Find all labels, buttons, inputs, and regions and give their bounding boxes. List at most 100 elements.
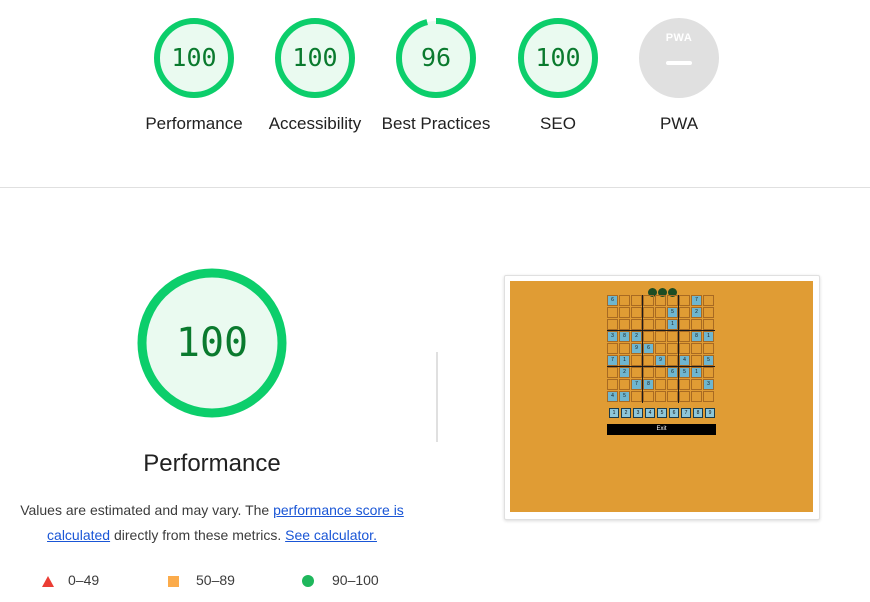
sudoku-cell	[679, 295, 690, 306]
legend-pass-label: 90–100	[332, 572, 379, 588]
sudoku-cell	[679, 343, 690, 354]
sudoku-cell	[607, 319, 618, 330]
performance-gauge-large: 100	[137, 268, 287, 418]
pwa-icon: PWA	[639, 18, 719, 98]
gauge-label: Accessibility	[268, 114, 362, 133]
sudoku-cell	[679, 307, 690, 318]
number-button: 6	[669, 408, 679, 418]
legend-average-label: 50–89	[196, 572, 235, 588]
sudoku-cell	[643, 391, 654, 402]
number-button: 8	[693, 408, 703, 418]
score-value: 100	[292, 43, 338, 72]
sudoku-cell: 3	[607, 331, 618, 342]
gauge-best-practices[interactable]: 96 Best Practices	[381, 18, 491, 136]
sudoku-cell	[631, 367, 642, 378]
legend-fail: 0–49	[42, 570, 99, 590]
sudoku-cell	[619, 379, 630, 390]
number-button: 7	[681, 408, 691, 418]
exit-button: Exit	[607, 424, 716, 435]
sudoku-cell	[643, 295, 654, 306]
sudoku-cell	[667, 331, 678, 342]
sudoku-cell	[691, 319, 702, 330]
sudoku-cell	[631, 295, 642, 306]
sudoku-cell: 1	[703, 331, 714, 342]
legend-fail-label: 0–49	[68, 572, 100, 588]
sudoku-cell	[619, 343, 630, 354]
sudoku-cell	[703, 343, 714, 354]
sudoku-cell	[703, 391, 714, 402]
sudoku-cell	[667, 379, 678, 390]
pwa-logo-text: PWA	[665, 32, 693, 44]
gauge-accessibility[interactable]: 100 Accessibility	[260, 18, 370, 136]
sudoku-cell	[607, 379, 618, 390]
pass-circle-icon	[302, 575, 314, 588]
sudoku-cell	[667, 295, 678, 306]
gauge-label: SEO	[540, 114, 576, 133]
sudoku-cell	[655, 319, 666, 330]
sudoku-cell: 4	[679, 355, 690, 366]
category-gauges: 100 Performance 100 Accessibility 96 Bes…	[0, 18, 870, 178]
sudoku-cell	[667, 355, 678, 366]
number-button: 4	[645, 408, 655, 418]
sudoku-cell: 2	[691, 307, 702, 318]
sudoku-cell	[607, 307, 618, 318]
sudoku-cell: 8	[691, 331, 702, 342]
sudoku-cell	[655, 307, 666, 318]
gauge-pwa[interactable]: PWA PWA	[624, 18, 734, 136]
sudoku-cell: 6	[643, 343, 654, 354]
block-line	[678, 295, 679, 403]
sudoku-cell	[631, 391, 642, 402]
sudoku-cell	[643, 367, 654, 378]
sudoku-cell	[631, 319, 642, 330]
sudoku-cell: 9	[631, 343, 642, 354]
desc-middle: directly from these metrics.	[110, 527, 286, 543]
sudoku-cell: 2	[631, 331, 642, 342]
sudoku-cell: 3	[703, 379, 714, 390]
section-divider	[0, 187, 870, 188]
sudoku-cell	[655, 379, 666, 390]
sudoku-cell	[643, 319, 654, 330]
gauge-seo[interactable]: 100 SEO	[503, 18, 613, 136]
sudoku-cell	[607, 343, 618, 354]
sudoku-cell	[643, 355, 654, 366]
gauge-label: PWA	[659, 114, 699, 133]
score-value: 96	[420, 43, 452, 72]
score-ring: 100	[275, 18, 355, 98]
sudoku-cell	[667, 391, 678, 402]
see-calculator-link[interactable]: See calculator.	[285, 527, 377, 543]
sudoku-cell: 5	[667, 307, 678, 318]
legend-pass: 90–100	[302, 570, 379, 590]
sudoku-cell	[619, 319, 630, 330]
number-button: 1	[609, 408, 619, 418]
block-line	[642, 295, 643, 403]
sudoku-cell: 6	[607, 295, 618, 306]
block-line	[607, 330, 715, 331]
sudoku-cell	[655, 367, 666, 378]
sudoku-cell	[691, 355, 702, 366]
sudoku-cell: 8	[643, 379, 654, 390]
score-ring: 96	[396, 18, 476, 98]
sudoku-cell	[643, 307, 654, 318]
performance-score: 100	[175, 320, 249, 366]
sudoku-cell	[643, 331, 654, 342]
gauge-label: Best Practices	[381, 114, 491, 133]
sudoku-cell	[631, 355, 642, 366]
vertical-divider	[436, 352, 438, 442]
number-button: 2	[621, 408, 631, 418]
sudoku-cell: 9	[655, 355, 666, 366]
sudoku-cell	[631, 307, 642, 318]
block-line	[607, 366, 715, 367]
sudoku-cell	[655, 331, 666, 342]
sudoku-cell	[655, 295, 666, 306]
sudoku-cell	[703, 295, 714, 306]
sudoku-cell	[679, 331, 690, 342]
pwa-badge: PWA	[639, 18, 719, 98]
gauge-performance[interactable]: 100 Performance	[139, 18, 249, 136]
performance-title: Performance	[143, 450, 281, 477]
legend-average: 50–89	[168, 570, 235, 590]
number-button: 9	[705, 408, 715, 418]
sudoku-cell: 8	[619, 331, 630, 342]
sudoku-cell	[607, 367, 618, 378]
sudoku-cell	[691, 379, 702, 390]
sudoku-board: 67521382819671945265178345	[607, 295, 715, 403]
